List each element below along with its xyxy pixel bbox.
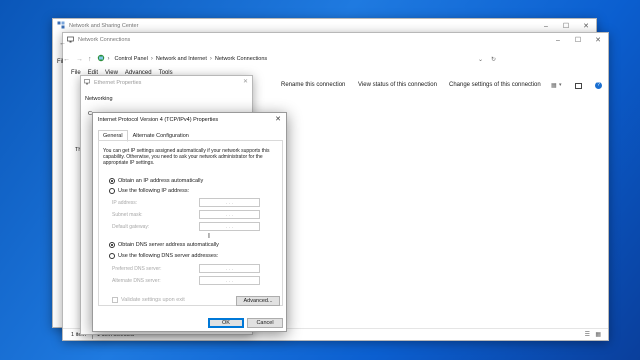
use-following-ip-label: Use the following IP address: — [118, 188, 190, 194]
ethernet-icon — [84, 79, 90, 87]
maximize-button[interactable]: ☐ — [556, 19, 576, 33]
use-following-dns-label: Use the following DNS server addresses: — [118, 253, 219, 259]
default-gateway-label: Default gateway: — [112, 224, 150, 230]
preview-pane-icon[interactable] — [575, 83, 582, 89]
validate-settings-option[interactable]: Validate settings upon exit — [112, 297, 185, 303]
network-connections-icon — [67, 36, 74, 45]
description-text: You can get IP settings assigned automat… — [103, 148, 270, 166]
title-bar[interactable]: Network Connections – ☐ ✕ — [63, 33, 608, 47]
address-bar-row: ← → ↑ › Control Panel › Network and Inte… — [63, 51, 608, 67]
alternate-dns-label: Alternate DNS server: — [112, 278, 161, 284]
ip-dots: . . . — [226, 277, 233, 284]
details-view-icon[interactable]: ☰ — [585, 331, 590, 338]
window-title: Network and Sharing Center — [69, 23, 139, 29]
up-icon[interactable]: ↑ — [88, 56, 92, 63]
ip-address-input[interactable]: . . . — [199, 198, 260, 207]
back-arrow-icon[interactable]: ← — [59, 40, 66, 47]
help-icon[interactable]: ? — [595, 82, 602, 89]
ip-dots: . . . — [226, 211, 233, 218]
breadcrumb-separator-icon: › — [209, 56, 212, 62]
dialog-title: Internet Protocol Version 4 (TCP/IPv4) P… — [98, 117, 219, 123]
use-following-dns-radio[interactable] — [109, 253, 115, 259]
preferred-dns-input[interactable]: . . . — [199, 264, 260, 273]
ip-dots: . . . — [226, 199, 233, 206]
search-box[interactable] — [503, 53, 603, 65]
obtain-ip-auto-option[interactable]: Obtain an IP address automatically — [109, 178, 203, 184]
ipv4-properties-dialog[interactable]: Internet Protocol Version 4 (TCP/IPv4) P… — [92, 112, 287, 332]
minimize-button[interactable]: – — [548, 33, 568, 47]
preferred-dns-label: Preferred DNS server: — [112, 266, 162, 272]
title-bar[interactable]: Internet Protocol Version 4 (TCP/IPv4) P… — [93, 113, 286, 127]
alternate-dns-input[interactable]: . . . — [199, 276, 260, 285]
obtain-ip-auto-radio[interactable] — [109, 178, 115, 184]
change-settings-button[interactable]: Change settings of this connection — [449, 82, 541, 88]
ip-dots: . . . — [226, 265, 233, 272]
ok-button[interactable]: OK — [208, 318, 244, 328]
close-button[interactable]: ✕ — [243, 78, 248, 85]
address-dropdown-icon[interactable]: ⌄ — [478, 56, 483, 63]
general-panel: You can get IP settings assigned automat… — [98, 140, 283, 306]
use-following-dns-option[interactable]: Use the following DNS server addresses: — [109, 253, 218, 259]
default-gateway-input[interactable]: . . . — [199, 222, 260, 231]
obtain-dns-auto-radio[interactable] — [109, 242, 115, 248]
breadcrumb-network-connections[interactable]: Network Connections — [215, 56, 267, 62]
validate-settings-checkbox[interactable] — [112, 297, 118, 303]
window-title: Network Connections — [78, 37, 131, 43]
use-following-ip-option[interactable]: Use the following IP address: — [109, 188, 189, 194]
cancel-button[interactable]: Cancel — [247, 318, 283, 328]
mouse-cursor-icon: I — [208, 233, 210, 240]
tab-networking[interactable]: Networking — [85, 96, 113, 102]
advanced-button[interactable]: Advanced... — [236, 296, 280, 306]
breadcrumb-network-internet[interactable]: Network and Internet — [156, 56, 207, 62]
subnet-mask-input[interactable]: . . . — [199, 210, 260, 219]
obtain-ip-auto-label: Obtain an IP address automatically — [118, 178, 204, 184]
view-status-button[interactable]: View status of this connection — [358, 82, 437, 88]
file-menu-partial: Fil — [57, 59, 64, 65]
view-options-icon[interactable]: ▦ — [551, 82, 557, 89]
close-button[interactable]: ✕ — [588, 33, 608, 47]
rename-connection-button[interactable]: Rename this connection — [281, 82, 345, 88]
title-bar[interactable]: Ethernet Properties ✕ — [81, 76, 252, 90]
back-icon[interactable]: ← — [63, 56, 70, 63]
maximize-button[interactable]: ☐ — [568, 33, 588, 47]
breadcrumb-separator-icon: › — [150, 56, 153, 62]
breadcrumb-separator-icon: › — [107, 56, 110, 62]
minimize-button[interactable]: – — [536, 19, 556, 33]
title-bar[interactable]: Network and Sharing Center – ☐ ✕ — [53, 19, 596, 33]
ip-address-label: IP address: — [112, 200, 138, 206]
window-title: Ethernet Properties — [94, 80, 142, 86]
ip-dots: . . . — [226, 223, 233, 230]
use-following-ip-radio[interactable] — [109, 188, 115, 194]
subnet-mask-label: Subnet mask: — [112, 212, 143, 218]
close-button[interactable]: ✕ — [275, 115, 281, 123]
breadcrumb-control-panel[interactable]: Control Panel — [115, 56, 148, 62]
obtain-dns-auto-option[interactable]: Obtain DNS server address automatically — [109, 242, 219, 248]
network-icon — [57, 21, 65, 31]
control-panel-icon — [97, 54, 105, 64]
view-dropdown-icon[interactable]: ▾ — [559, 82, 562, 88]
refresh-icon[interactable]: ↻ — [491, 56, 496, 63]
large-icons-view-icon[interactable]: ▦ — [595, 331, 601, 338]
obtain-dns-auto-label: Obtain DNS server address automatically — [118, 242, 219, 248]
close-button[interactable]: ✕ — [576, 19, 596, 33]
forward-icon[interactable]: → — [76, 56, 83, 63]
validate-settings-label: Validate settings upon exit — [121, 297, 185, 303]
